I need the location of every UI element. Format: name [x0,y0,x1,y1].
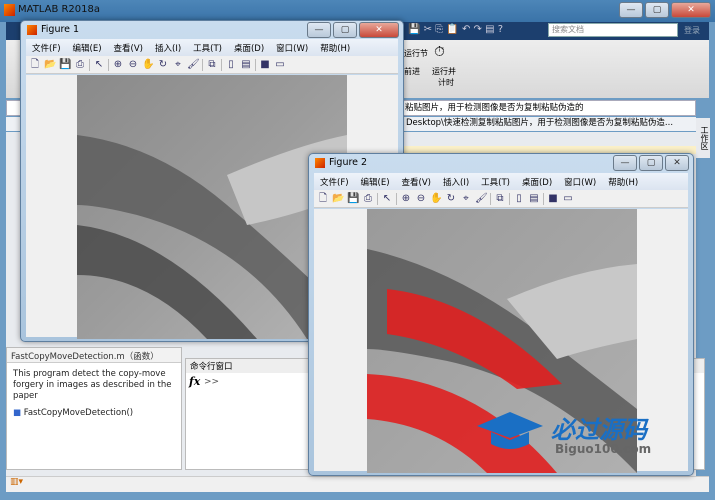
status-bar: ▥▾ [6,476,709,492]
details-header: FastCopyMoveDetection.m（函数） [7,348,181,363]
details-description: This program detect the copy-move forger… [13,369,172,401]
minimize-button[interactable]: — [613,155,637,171]
rotate-icon[interactable]: ↻ [445,193,457,205]
watermark-url: Biguo100.com [555,442,652,456]
close-button[interactable]: ✕ [359,22,399,38]
matlab-logo-icon [315,158,325,168]
close-button[interactable]: ✕ [671,2,711,18]
figure-menu-bar: 文件(F) 编辑(E) 查看(V) 插入(I) 工具(T) 桌面(D) 窗口(W) 帮助(H) [314,173,688,190]
open-icon[interactable]: 📂 [332,193,344,205]
brush-icon[interactable]: 🖌 [475,193,488,205]
run-and-time-label2[interactable]: 计时 [438,77,454,88]
function-link[interactable]: ■ FastCopyMoveDetection() [7,408,181,418]
new-icon[interactable]: 🗋 [29,59,41,71]
print-icon[interactable]: ⎙ [74,59,86,71]
run-section-button[interactable]: 运行节 [404,48,428,59]
fx-icon[interactable]: fx [189,375,200,388]
maximize-button[interactable]: ▢ [645,2,669,18]
show-plot-tools-icon[interactable]: ▭ [274,59,286,71]
menu-edit[interactable]: 编辑(E) [67,42,108,54]
figure-title: Figure 1 [41,24,80,35]
zoom-out-icon[interactable]: ⊖ [415,193,427,205]
quick-access-icons[interactable]: 💾 ✂ ⎘ 📋 ↶ ↷ ▤ ? [408,24,503,35]
print-icon[interactable]: ⎙ [362,193,374,205]
hide-plot-tools-icon[interactable]: ■ [547,193,559,205]
minimize-button[interactable]: — [619,2,643,18]
details-panel: FastCopyMoveDetection.m（函数） This program… [6,347,182,470]
figure-menu-bar: 文件(F) 编辑(E) 查看(V) 插入(I) 工具(T) 桌面(D) 窗口(W) 帮助(H) [26,39,398,56]
zoom-out-icon[interactable]: ⊖ [127,59,139,71]
watermark: 必过源码 Biguo100.com [475,408,675,468]
workspace-tab[interactable]: 工作区 [696,118,710,158]
menu-desktop[interactable]: 桌面(D) [516,176,558,188]
save-icon[interactable]: 💾 [347,193,359,205]
legend-icon[interactable]: ▤ [240,59,252,71]
advance-button[interactable]: 前进 [404,66,420,77]
figure-toolbar: 🗋 📂 💾 ⎙ ↖ ⊕ ⊖ ✋ ↻ ⌖ 🖌 ⧉ ▯ ▤ ■ ▭ [314,190,688,208]
menu-view[interactable]: 查看(V) [108,42,149,54]
search-input[interactable]: 搜索文档 [548,23,678,37]
command-prompt: >> [204,377,220,387]
menu-tools[interactable]: 工具(T) [187,42,228,54]
matlab-logo-icon [4,4,15,16]
image-axes [77,75,347,339]
function-icon: ■ [13,408,24,418]
menu-desktop[interactable]: 桌面(D) [228,42,270,54]
menu-window[interactable]: 窗口(W) [270,42,314,54]
save-icon[interactable]: 💾 [59,59,71,71]
pointer-icon[interactable]: ↖ [381,193,393,205]
colorbar-icon[interactable]: ▯ [513,193,525,205]
function-name: FastCopyMoveDetection() [23,408,134,418]
link-icon[interactable]: ⧉ [494,193,506,205]
menu-insert[interactable]: 插入(I) [437,176,475,188]
maximize-button[interactable]: ▢ [639,155,663,171]
matlab-logo-icon [27,25,37,35]
pan-icon[interactable]: ✋ [430,193,442,205]
pan-icon[interactable]: ✋ [142,59,154,71]
login-link[interactable]: 登录 [684,25,700,36]
show-plot-tools-icon[interactable]: ▭ [562,193,574,205]
hide-plot-tools-icon[interactable]: ■ [259,59,271,71]
zoom-in-icon[interactable]: ⊕ [112,59,124,71]
legend-icon[interactable]: ▤ [528,193,540,205]
run-and-time-icon: ⏱ [434,44,445,60]
window-controls: — ▢ ✕ [307,22,399,38]
status-icon[interactable]: ▥▾ [10,477,23,487]
zoom-in-icon[interactable]: ⊕ [400,193,412,205]
app-title: MATLAB R2018a [18,4,101,15]
figure-toolbar: 🗋 📂 💾 ⎙ ↖ ⊕ ⊖ ✋ ↻ ⌖ 🖌 ⧉ ▯ ▤ ■ ▭ [26,56,398,74]
rotate-icon[interactable]: ↻ [157,59,169,71]
menu-tools[interactable]: 工具(T) [475,176,516,188]
menu-window[interactable]: 窗口(W) [558,176,602,188]
pointer-icon[interactable]: ↖ [93,59,105,71]
watermark-text: 必过源码 [551,416,647,444]
minimize-button[interactable]: — [307,22,331,38]
run-and-time-label1[interactable]: 运行并 [432,66,456,77]
menu-file[interactable]: 文件(F) [314,176,355,188]
main-title-bar: MATLAB R2018a — ▢ ✕ [0,0,715,22]
graduation-cap-logo [477,412,543,449]
menu-insert[interactable]: 插入(I) [149,42,187,54]
figure-title: Figure 2 [329,157,368,168]
new-icon[interactable]: 🗋 [317,193,329,205]
main-window-controls: — ▢ ✕ [619,2,711,18]
menu-file[interactable]: 文件(F) [26,42,67,54]
link-icon[interactable]: ⧉ [206,59,218,71]
window-controls: — ▢ ✕ [613,155,689,171]
menu-view[interactable]: 查看(V) [396,176,437,188]
data-cursor-icon[interactable]: ⌖ [460,193,472,205]
maximize-button[interactable]: ▢ [333,22,357,38]
menu-edit[interactable]: 编辑(E) [355,176,396,188]
brush-icon[interactable]: 🖌 [187,59,200,71]
open-icon[interactable]: 📂 [44,59,56,71]
menu-help[interactable]: 帮助(H) [314,42,356,54]
data-cursor-icon[interactable]: ⌖ [172,59,184,71]
close-button[interactable]: ✕ [665,155,689,171]
menu-help[interactable]: 帮助(H) [602,176,644,188]
colorbar-icon[interactable]: ▯ [225,59,237,71]
